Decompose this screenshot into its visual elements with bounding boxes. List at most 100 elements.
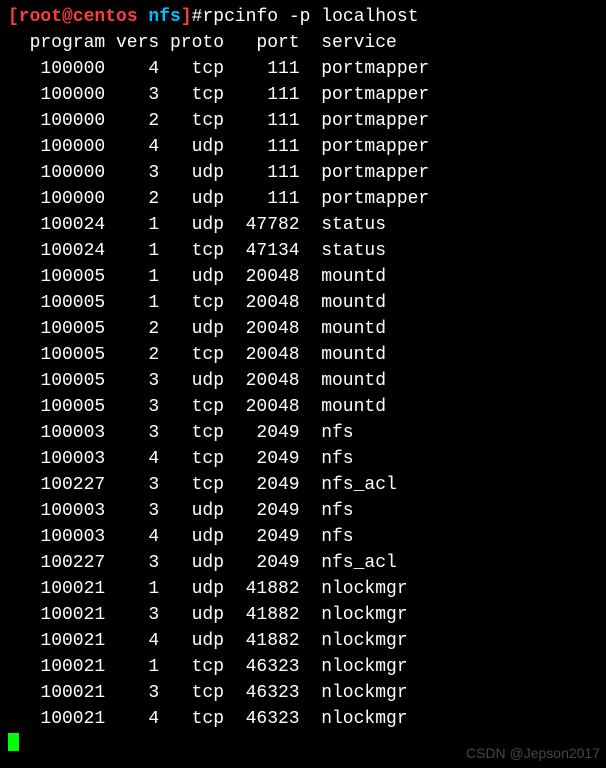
cell-proto: tcp — [159, 472, 224, 498]
cell-program: 100021 — [8, 706, 105, 732]
cell-service: nfs — [321, 420, 353, 446]
cell-service: mountd — [321, 290, 386, 316]
header-port: port — [224, 30, 300, 56]
cell-vers: 2 — [105, 186, 159, 212]
cell-vers: 2 — [105, 108, 159, 134]
cell-service: mountd — [321, 342, 386, 368]
cell-port: 47782 — [224, 212, 300, 238]
cell-port: 46323 — [224, 706, 300, 732]
header-service: service — [321, 30, 397, 56]
cell-vers: 4 — [105, 524, 159, 550]
cell-service: nfs_acl — [321, 550, 397, 576]
table-row: 1000003udp111portmapper — [8, 160, 598, 186]
cell-program: 100000 — [8, 186, 105, 212]
cell-port: 20048 — [224, 394, 300, 420]
cell-port: 2049 — [224, 472, 300, 498]
cell-program: 100227 — [8, 550, 105, 576]
table-row: 1000034tcp2049nfs — [8, 446, 598, 472]
cell-vers: 1 — [105, 238, 159, 264]
cell-proto: tcp — [159, 706, 224, 732]
cell-program: 100021 — [8, 680, 105, 706]
cell-program: 100024 — [8, 238, 105, 264]
cell-vers: 1 — [105, 576, 159, 602]
cell-service: nfs_acl — [321, 472, 397, 498]
table-row: 1000002udp111 portmapper — [8, 186, 598, 212]
cell-proto: udp — [159, 186, 224, 212]
cell-proto: tcp — [159, 394, 224, 420]
cell-program: 100003 — [8, 446, 105, 472]
cell-vers: 4 — [105, 706, 159, 732]
cell-service: portmapper — [321, 82, 429, 108]
cell-program: 100000 — [8, 134, 105, 160]
cell-port: 47134 — [224, 238, 300, 264]
header-program: program — [8, 30, 105, 56]
command-line[interactable]: [root@centos nfs]#rpcinfo -p localhost — [8, 4, 598, 30]
table-row: 1000241tcp47134status — [8, 238, 598, 264]
cell-proto: tcp — [159, 420, 224, 446]
cell-service: mountd — [321, 316, 386, 342]
cell-proto: udp — [159, 524, 224, 550]
cell-service: portmapper — [321, 186, 429, 212]
cell-proto: tcp — [159, 654, 224, 680]
cell-proto: udp — [159, 550, 224, 576]
cell-program: 100000 — [8, 56, 105, 82]
cell-vers: 3 — [105, 602, 159, 628]
cell-vers: 2 — [105, 316, 159, 342]
cell-proto: tcp — [159, 446, 224, 472]
cell-port: 2049 — [224, 550, 300, 576]
cell-vers: 3 — [105, 680, 159, 706]
table-row: 1000214udp41882nlockmgr — [8, 628, 598, 654]
prompt-user-host: [root@centos — [8, 7, 138, 27]
cell-proto: udp — [159, 264, 224, 290]
cell-vers: 3 — [105, 160, 159, 186]
cell-proto: udp — [159, 368, 224, 394]
cell-port: 111 — [224, 186, 300, 212]
cell-service: nlockmgr — [321, 628, 407, 654]
cell-service: portmapper — [321, 160, 429, 186]
cell-vers: 2 — [105, 342, 159, 368]
cell-service: nfs — [321, 524, 353, 550]
table-row: 1000213tcp46323nlockmgr — [8, 680, 598, 706]
cell-vers: 4 — [105, 134, 159, 160]
cell-program: 100005 — [8, 264, 105, 290]
cell-proto: tcp — [159, 56, 224, 82]
cell-program: 100005 — [8, 394, 105, 420]
cell-program: 100005 — [8, 316, 105, 342]
cell-program: 100024 — [8, 212, 105, 238]
cell-vers: 3 — [105, 472, 159, 498]
cell-proto: udp — [159, 498, 224, 524]
cell-service: mountd — [321, 368, 386, 394]
cell-vers: 1 — [105, 290, 159, 316]
cell-service: portmapper — [321, 108, 429, 134]
table-row: 1000213udp41882nlockmgr — [8, 602, 598, 628]
prompt-hash: # — [192, 7, 203, 27]
table-row: 1000053tcp20048mountd — [8, 394, 598, 420]
cell-port: 111 — [224, 160, 300, 186]
cell-proto: tcp — [159, 238, 224, 264]
prompt-directory: nfs — [138, 7, 181, 27]
cell-proto: tcp — [159, 108, 224, 134]
cell-service: mountd — [321, 264, 386, 290]
cell-program: 100021 — [8, 628, 105, 654]
cell-service: nfs — [321, 446, 353, 472]
cell-service: nlockmgr — [321, 706, 407, 732]
cell-proto: udp — [159, 212, 224, 238]
cell-vers: 4 — [105, 56, 159, 82]
header-proto: proto — [159, 30, 224, 56]
cell-program: 100021 — [8, 654, 105, 680]
cell-proto: tcp — [159, 680, 224, 706]
cell-proto: tcp — [159, 342, 224, 368]
table-row: 1000033udp2049nfs — [8, 498, 598, 524]
cell-program: 100003 — [8, 524, 105, 550]
table-row: 1000034udp2049nfs — [8, 524, 598, 550]
table-header: program vers proto portservice — [8, 30, 598, 56]
cell-program: 100005 — [8, 342, 105, 368]
cell-proto: tcp — [159, 82, 224, 108]
cell-proto: udp — [159, 576, 224, 602]
cell-program: 100021 — [8, 576, 105, 602]
cell-vers: 3 — [105, 82, 159, 108]
table-row: 1000051tcp20048mountd — [8, 290, 598, 316]
table-row: 1000002tcp111portmapper — [8, 108, 598, 134]
cell-service: nfs — [321, 498, 353, 524]
prompt-close-bracket: ] — [181, 7, 192, 27]
